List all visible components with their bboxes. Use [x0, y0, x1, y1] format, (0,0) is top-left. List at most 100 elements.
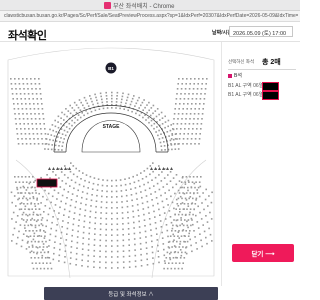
seat[interactable]	[94, 109, 97, 112]
seat[interactable]	[187, 98, 190, 100]
seat[interactable]	[63, 261, 66, 264]
seat[interactable]	[37, 103, 39, 105]
seat[interactable]	[142, 208, 145, 210]
seat[interactable]	[141, 202, 144, 205]
seat[interactable]	[76, 247, 78, 249]
seat[interactable]	[25, 221, 28, 223]
seat[interactable]	[89, 175, 92, 178]
seat[interactable]	[44, 189, 46, 192]
seat[interactable]	[198, 138, 201, 140]
seat[interactable]	[141, 178, 144, 180]
seat[interactable]	[144, 230, 147, 233]
seat[interactable]	[153, 127, 155, 130]
seat[interactable]	[175, 198, 178, 201]
seat[interactable]	[31, 88, 33, 90]
seat[interactable]	[56, 198, 58, 200]
seat[interactable]	[13, 103, 15, 105]
seat[interactable]	[143, 213, 145, 216]
seat[interactable]	[29, 108, 32, 110]
seat[interactable]	[36, 251, 39, 254]
seat[interactable]	[158, 208, 160, 211]
seat[interactable]	[89, 95, 91, 97]
seat[interactable]	[31, 208, 33, 210]
seat[interactable]	[50, 134, 53, 136]
seat[interactable]	[34, 78, 36, 80]
seat[interactable]	[17, 176, 20, 178]
seat[interactable]	[163, 141, 165, 143]
seat[interactable]	[180, 93, 182, 95]
seat[interactable]	[181, 213, 184, 216]
seat[interactable]	[41, 103, 43, 105]
seat[interactable]	[21, 143, 24, 145]
seat[interactable]	[77, 114, 80, 116]
seat[interactable]	[170, 221, 173, 224]
seat[interactable]	[84, 215, 86, 217]
seat[interactable]	[17, 236, 19, 239]
seat[interactable]	[47, 192, 50, 195]
seat[interactable]	[52, 216, 54, 218]
seat[interactable]	[68, 210, 71, 213]
seat[interactable]	[24, 133, 27, 135]
seat[interactable]	[171, 230, 173, 232]
seat[interactable]	[85, 198, 88, 200]
seat[interactable]	[70, 246, 73, 248]
seat[interactable]	[116, 261, 119, 264]
seat[interactable]	[53, 189, 56, 192]
seat[interactable]	[202, 108, 204, 110]
seat[interactable]	[185, 83, 187, 85]
seat[interactable]	[164, 149, 166, 151]
seat[interactable]	[196, 93, 198, 95]
seat[interactable]	[11, 88, 13, 90]
seat[interactable]	[54, 119, 56, 122]
seat[interactable]	[189, 208, 192, 210]
seat[interactable]	[140, 259, 143, 262]
seat[interactable]	[123, 108, 125, 110]
seat[interactable]	[58, 260, 60, 262]
seat[interactable]	[60, 137, 62, 139]
seat[interactable]	[78, 170, 81, 172]
seat[interactable]	[61, 145, 64, 147]
seat[interactable]	[152, 112, 154, 115]
seat[interactable]	[43, 123, 45, 125]
seat[interactable]	[194, 186, 196, 189]
seat[interactable]	[193, 113, 196, 115]
seat[interactable]	[94, 228, 96, 230]
seat[interactable]	[69, 262, 72, 265]
seat[interactable]	[52, 129, 54, 132]
seat[interactable]	[111, 94, 113, 97]
seat[interactable]	[111, 201, 113, 204]
seat[interactable]	[148, 187, 151, 190]
seat[interactable]	[128, 255, 131, 257]
seat[interactable]	[92, 103, 94, 106]
seat[interactable]	[180, 123, 183, 125]
seat[interactable]	[87, 265, 89, 268]
seat[interactable]	[209, 233, 212, 236]
seat[interactable]	[196, 176, 198, 178]
seat[interactable]	[169, 171, 172, 173]
seat[interactable]	[63, 214, 65, 216]
seat[interactable]	[179, 224, 181, 227]
seat[interactable]	[145, 236, 147, 238]
seat[interactable]	[53, 247, 56, 249]
seat[interactable]	[75, 200, 77, 203]
seat[interactable]	[138, 96, 140, 99]
seat[interactable]	[27, 214, 29, 217]
seat[interactable]	[32, 230, 34, 232]
seat[interactable]	[211, 191, 213, 194]
seat[interactable]	[32, 267, 35, 270]
seat[interactable]	[59, 141, 61, 143]
seat[interactable]	[25, 138, 27, 140]
seat[interactable]	[190, 224, 192, 227]
seat[interactable]	[198, 78, 200, 80]
seat[interactable]	[199, 133, 201, 135]
seat[interactable]	[196, 128, 198, 130]
seat[interactable]	[11, 201, 13, 204]
seat[interactable]	[58, 132, 61, 134]
seat[interactable]	[34, 240, 36, 243]
seat[interactable]	[16, 188, 19, 191]
seat[interactable]	[69, 204, 72, 207]
seat[interactable]	[187, 186, 189, 189]
seat[interactable]	[65, 182, 67, 185]
seat[interactable]	[166, 251, 169, 254]
seat[interactable]	[32, 176, 34, 178]
